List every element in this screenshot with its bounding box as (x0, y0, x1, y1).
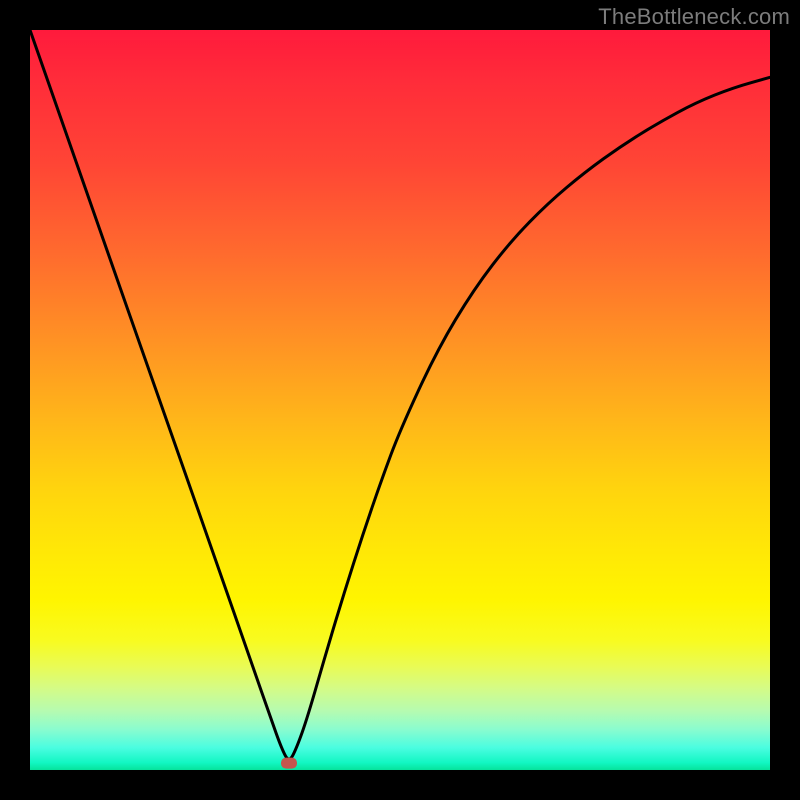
optimal-marker (30, 30, 770, 770)
chart-frame: TheBottleneck.com (0, 0, 800, 800)
watermark-text: TheBottleneck.com (598, 4, 790, 30)
